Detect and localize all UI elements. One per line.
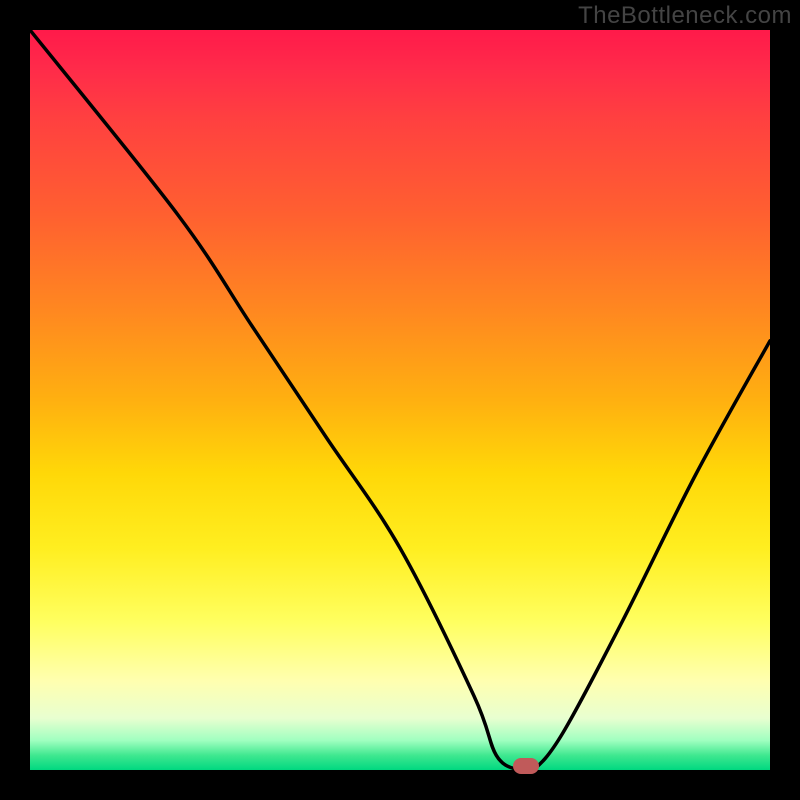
bottleneck-curve <box>30 30 770 770</box>
plot-area <box>30 30 770 770</box>
watermark-text: TheBottleneck.com <box>578 2 792 30</box>
optimal-marker <box>513 758 539 774</box>
